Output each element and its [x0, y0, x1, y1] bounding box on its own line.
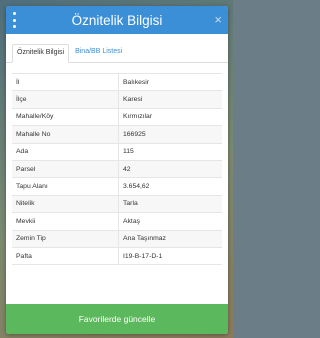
tab-attribute-info[interactable]: Öznitelik Bilgisi	[12, 44, 70, 63]
row-label: Parsel	[12, 160, 119, 178]
row-value: 3.654,62	[123, 183, 150, 191]
table-row-parsel: Parsel 42	[12, 160, 222, 179]
row-value: 115	[123, 148, 134, 156]
row-value: Tarla	[123, 200, 138, 208]
more-vertical-icon[interactable]	[11, 12, 17, 28]
table-row-mahalle-no: Mahalle No 166925	[12, 126, 222, 144]
row-label: Nitelik	[12, 195, 119, 213]
table-row-ada: Ada 115	[12, 143, 222, 161]
tab-bar: Öznitelik Bilgisi Bina/BB Listesi	[6, 34, 228, 63]
tab-building-list[interactable]: Bina/BB Listesi	[71, 44, 126, 62]
table-row-pafta: Pafta I19-B-17-D-1	[12, 247, 222, 266]
row-value: Karesi	[123, 96, 143, 104]
row-value: 166925	[123, 130, 146, 138]
row-value: Ana Taşınmaz	[123, 235, 166, 243]
dialog-title: Öznitelik Bilgisi	[71, 12, 163, 28]
table-row-mevkii: Mevkii Aktaş	[12, 213, 222, 231]
row-label: Mevkii	[12, 213, 119, 230]
row-value: 42	[123, 165, 131, 173]
row-value: I19-B-17-D-1	[123, 252, 163, 260]
dialog-header: Öznitelik Bilgisi ×	[6, 6, 228, 34]
row-label: İl	[12, 74, 119, 91]
row-label: Mahalle/Köy	[12, 108, 119, 126]
row-label: Tapu Alanı	[12, 178, 119, 195]
table-row-zemin-tip: Zemin Tip Ana Taşınmaz	[12, 230, 222, 248]
table-row-il: İl Balıkesir	[12, 74, 222, 92]
row-label: Zemin Tip	[12, 230, 119, 247]
close-icon[interactable]: ×	[214, 11, 222, 29]
table-row-ilce: İlçe Karesi	[12, 91, 222, 109]
update-favorites-button[interactable]: Favorilerde güncelle	[6, 304, 228, 334]
attribute-info-dialog: Öznitelik Bilgisi × Öznitelik Bilgisi Bi…	[6, 6, 228, 334]
table-row-nitelik: Nitelik Tarla	[12, 195, 222, 214]
row-label: Mahalle No	[12, 126, 119, 143]
row-value: Kırmızılar	[123, 113, 153, 121]
row-value: Balıkesir	[123, 78, 150, 86]
table-row-tapu-alani: Tapu Alanı 3.654,62	[12, 178, 222, 196]
attribute-table: İl Balıkesir İlçe Karesi Mahalle/Köy Kır…	[12, 73, 222, 266]
row-label: İlçe	[12, 91, 119, 108]
row-label: Ada	[12, 143, 119, 160]
row-label: Pafta	[12, 247, 119, 265]
table-row-mahalle: Mahalle/Köy Kırmızılar	[12, 108, 222, 127]
row-value: Aktaş	[123, 217, 140, 225]
